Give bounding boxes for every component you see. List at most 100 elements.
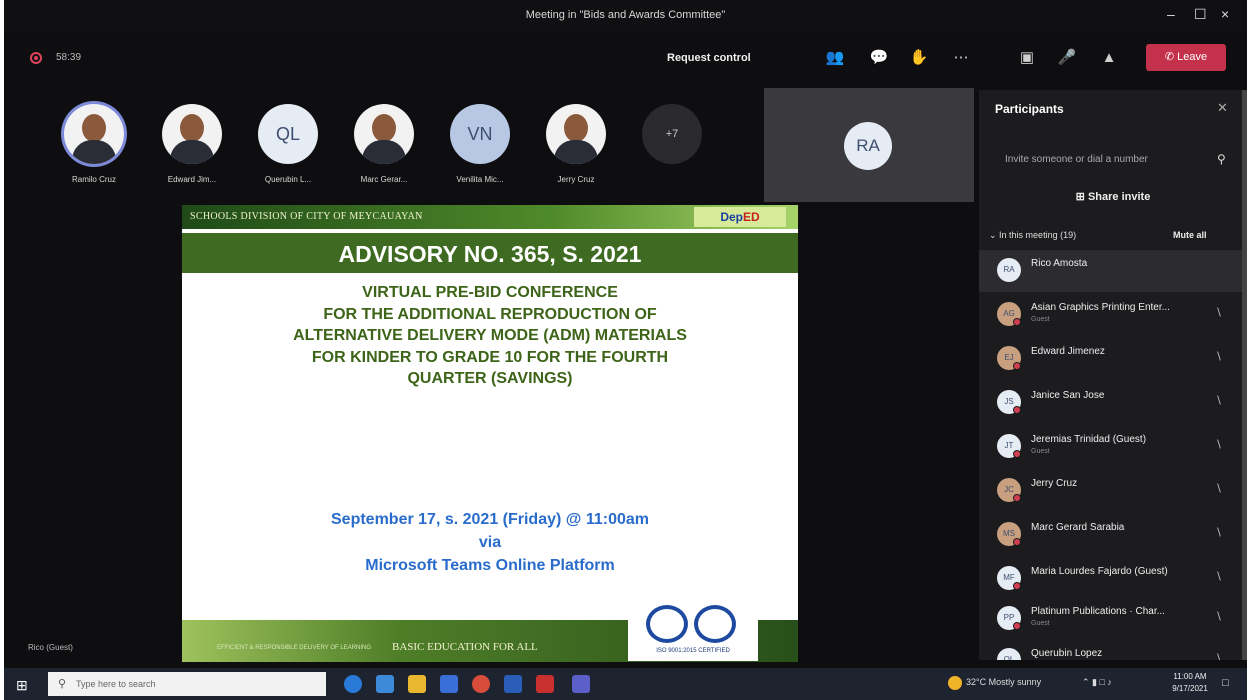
mic-off-icon[interactable]: ∖ — [1215, 610, 1222, 623]
participant-row[interactable]: JS Janice San Jose ∖ — [979, 382, 1247, 424]
share-invite-button[interactable]: ⊞ Share invite — [979, 190, 1247, 203]
avatar-initials: JT — [1004, 441, 1014, 450]
mic-off-icon[interactable]: ∖ — [1215, 482, 1222, 495]
chat-icon[interactable]: 💬 — [866, 46, 892, 70]
participant-row[interactable]: JC Jerry Cruz ∖ — [979, 470, 1247, 512]
teams-icon[interactable] — [572, 675, 590, 693]
camera-icon[interactable]: ▣ — [1014, 46, 1040, 70]
participant-row-name: Edward Jimenez — [1031, 346, 1105, 357]
close-icon[interactable]: × — [1221, 6, 1229, 22]
explorer-icon[interactable] — [408, 675, 426, 693]
share-invite-label: Share invite — [1087, 191, 1151, 203]
cert-text: ISO 9001:2015 CERTIFIED — [656, 648, 730, 654]
participant-tile-ra[interactable]: RA — [764, 88, 974, 202]
participant-row[interactable]: EJ Edward Jimenez ∖ — [979, 338, 1247, 380]
people-icon[interactable]: 👥 — [822, 46, 848, 70]
taskbar-search-input[interactable]: ⚲ Type here to search — [48, 672, 326, 696]
leave-button[interactable]: ✆ Leave — [1146, 44, 1226, 71]
recording-icon — [30, 52, 42, 64]
participant-name: Venilita Mic... — [456, 175, 504, 184]
search-icon: ⚲ — [58, 678, 67, 690]
notifications-icon[interactable]: □ — [1222, 677, 1229, 689]
participant-avatar-vn[interactable]: VN — [450, 104, 510, 164]
clock-date: 9/17/2021 — [1172, 684, 1208, 693]
in-meeting-header[interactable]: ⌄ In this meeting (19) — [989, 230, 1076, 241]
mail-icon[interactable] — [440, 675, 458, 693]
panel-scrollbar[interactable] — [1242, 90, 1247, 660]
invite-input[interactable]: Invite someone or dial a number — [1005, 154, 1148, 165]
avatar-initials: AG — [1003, 309, 1015, 318]
minimize-icon[interactable]: – — [1167, 6, 1175, 22]
avatar: RA — [997, 258, 1021, 282]
panel-close-icon[interactable]: ✕ — [1217, 100, 1228, 116]
store-icon[interactable] — [376, 675, 394, 693]
meeting-timer: 58:39 — [56, 52, 82, 63]
participant-row[interactable]: JT Jeremias Trinidad (Guest) Guest ∖ — [979, 426, 1247, 468]
avatar-initials: MF — [1003, 573, 1015, 582]
participant-row[interactable]: MF Maria Lourdes Fajardo (Guest) ∖ — [979, 558, 1247, 600]
edge-icon[interactable] — [344, 675, 362, 693]
mic-off-icon[interactable]: ∖ — [1215, 570, 1222, 583]
participant-row[interactable]: AG Asian Graphics Printing Enter... Gues… — [979, 294, 1247, 336]
participant-row-role: Guest — [1031, 316, 1050, 323]
participant-row[interactable]: RA Rico Amosta — [979, 250, 1247, 292]
system-tray-icons[interactable]: ⌃ ▮ □ ♪ — [1082, 677, 1112, 688]
acrobat-icon[interactable] — [536, 675, 554, 693]
more-participants-button[interactable]: +7 — [642, 104, 702, 164]
participant-row[interactable]: QL Querubin Lopez ∖ — [979, 640, 1247, 660]
avatar: MF — [997, 566, 1021, 590]
avatar-initials: JC — [1004, 485, 1014, 494]
participant-video-edward[interactable] — [162, 104, 222, 164]
weather-text[interactable]: 32°C Mostly sunny — [966, 677, 1041, 687]
word-icon[interactable] — [504, 675, 522, 693]
presence-icon — [1013, 494, 1021, 502]
panel-title: Participants — [995, 102, 1064, 116]
presence-icon — [1013, 406, 1021, 414]
more-options-icon[interactable]: ⋯ — [948, 46, 974, 70]
mic-off-icon[interactable]: ∖ — [1215, 306, 1222, 319]
participant-row[interactable]: MS Marc Gerard Sarabia ∖ — [979, 514, 1247, 556]
participant-row-name: Maria Lourdes Fajardo (Guest) — [1031, 566, 1168, 577]
participant-video-ramilo[interactable] — [64, 104, 124, 164]
presence-icon — [1013, 538, 1021, 546]
avatar-initials: JS — [1004, 397, 1014, 406]
participant-avatar-ql[interactable]: QL — [258, 104, 318, 164]
mic-off-icon[interactable]: ∖ — [1215, 394, 1222, 407]
avatar-initials: EJ — [1004, 353, 1014, 362]
windows-start-icon[interactable]: ⊞ — [16, 677, 28, 694]
participant-name: Jerry Cruz — [557, 175, 595, 184]
search-icon[interactable]: ⚲ — [1217, 152, 1226, 166]
participant-video-jerry[interactable] — [546, 104, 606, 164]
share-screen-icon[interactable]: ▲ — [1096, 46, 1122, 70]
heading-line: FOR THE ADDITIONAL REPRODUCTION OF — [323, 305, 657, 323]
leave-label: Leave — [1177, 51, 1208, 63]
maximize-icon[interactable]: ☐ — [1194, 6, 1207, 23]
in-meeting-label: In this meeting (19) — [999, 230, 1077, 240]
clock-time: 11:00 AM — [1173, 672, 1207, 681]
taskbar-clock[interactable]: 11:00 AM 9/17/2021 — [1168, 671, 1212, 695]
request-control-button[interactable]: Request control — [667, 52, 751, 64]
reactions-icon[interactable]: ✋ — [906, 46, 932, 70]
participant-video-marc[interactable] — [354, 104, 414, 164]
certification-box: ISO 9001:2015 CERTIFIED — [628, 599, 758, 661]
mute-all-button[interactable]: Mute all — [1173, 230, 1207, 240]
mic-off-icon[interactable]: ∖ — [1215, 438, 1222, 451]
heading-line: FOR KINDER TO GRADE 10 FOR THE FOURTH — [311, 348, 669, 366]
presence-icon — [1013, 318, 1021, 326]
participant-row-name: Querubin Lopez — [1031, 648, 1103, 659]
self-name-label: Rico (Guest) — [28, 643, 73, 652]
participant-row[interactable]: PP Platinum Publications · Char... Guest… — [979, 598, 1247, 640]
mic-off-icon[interactable]: ∖ — [1215, 652, 1222, 660]
avatar: JS — [997, 390, 1021, 414]
participant-name: Querubin L... — [264, 175, 312, 184]
window-title: Meeting in "Bids and Awards Committee" — [525, 9, 726, 21]
shared-screen-slide: SCHOOLS DIVISION OF CITY OF MEYCAUAYAN D… — [182, 205, 798, 662]
mic-icon[interactable]: 🎤 — [1054, 46, 1080, 70]
mic-off-icon[interactable]: ∖ — [1215, 526, 1222, 539]
participant-row-name: Platinum Publications · Char... — [1031, 606, 1165, 617]
chrome-icon[interactable] — [472, 675, 490, 693]
avatar-initials: PP — [1003, 613, 1015, 622]
mic-off-icon[interactable]: ∖ — [1215, 350, 1222, 363]
date-line: Microsoft Teams Online Platform — [365, 557, 615, 574]
avatar: MS — [997, 522, 1021, 546]
